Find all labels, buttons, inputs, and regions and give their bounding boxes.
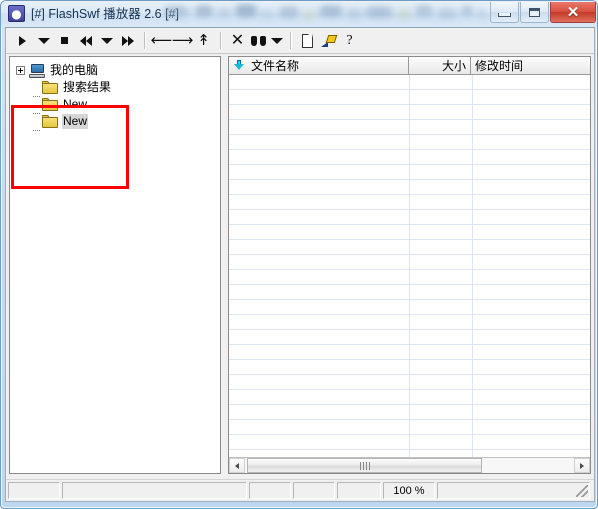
status-panel-0 bbox=[8, 482, 60, 499]
tree-node-label: 我的电脑 bbox=[50, 63, 99, 77]
status-panel-6 bbox=[437, 482, 590, 499]
status-bar: 100 % bbox=[6, 479, 594, 501]
status-panel-2 bbox=[249, 482, 291, 499]
minimize-icon bbox=[498, 12, 511, 17]
chevron-down-icon bbox=[37, 37, 50, 44]
column-header-modified[interactable]: 修改时间 bbox=[471, 57, 590, 74]
arrow-right-icon: ⟶ bbox=[171, 31, 194, 49]
toolbar: ⟵ ⟶ ↟ ✕ ? bbox=[6, 28, 594, 54]
horizontal-scrollbar[interactable] bbox=[229, 457, 590, 473]
column-header-size[interactable]: 大小 bbox=[409, 57, 471, 74]
column-grid-line bbox=[409, 75, 410, 457]
forward-button[interactable]: ⟶ bbox=[171, 30, 194, 51]
client-area: ⟵ ⟶ ↟ ✕ ? 我的电脑 搜索结果 New New 文件名称 大小 修改时间… bbox=[5, 27, 595, 502]
delete-button[interactable]: ✕ bbox=[227, 30, 248, 51]
window-controls: ✕ bbox=[489, 2, 596, 23]
grip-icon bbox=[359, 461, 370, 470]
folder-icon bbox=[42, 81, 58, 94]
maximize-button[interactable] bbox=[520, 2, 549, 23]
pen-icon bbox=[321, 34, 338, 48]
column-header-label: 大小 bbox=[441, 59, 466, 73]
search-dropdown[interactable] bbox=[269, 30, 284, 51]
file-list-header: 文件名称 大小 修改时间 bbox=[229, 57, 590, 75]
title-bar[interactable]: ● [#] FlashSwf 播放器 2.6 [#] ✕ bbox=[1, 1, 597, 27]
stop-icon bbox=[61, 37, 68, 44]
scrollbar-track[interactable] bbox=[245, 458, 574, 473]
tree-node-new-1[interactable]: New bbox=[16, 96, 216, 114]
status-panel-4 bbox=[337, 482, 381, 499]
main-split: 我的电脑 搜索结果 New New 文件名称 大小 修改时间 bbox=[6, 54, 594, 476]
arrow-right-icon bbox=[580, 462, 584, 469]
arrow-up-icon: ↟ bbox=[197, 31, 210, 49]
resize-grip-icon[interactable] bbox=[576, 485, 588, 497]
file-list-body[interactable] bbox=[229, 75, 590, 457]
edit-button[interactable] bbox=[318, 30, 339, 51]
fast-forward-icon bbox=[121, 35, 134, 46]
minimize-button[interactable] bbox=[490, 2, 519, 23]
close-x-icon: ✕ bbox=[230, 31, 245, 49]
close-icon: ✕ bbox=[566, 3, 580, 21]
folder-tree-pane[interactable]: 我的电脑 搜索结果 New New bbox=[9, 56, 221, 474]
arrow-left-icon: ⟵ bbox=[150, 31, 173, 49]
chevron-down-icon bbox=[100, 37, 113, 44]
stop-button[interactable] bbox=[54, 30, 75, 51]
folder-icon bbox=[42, 98, 58, 111]
tree-node-label: New bbox=[63, 97, 88, 111]
status-panel-zoom: 100 % bbox=[383, 482, 435, 499]
chevron-down-icon bbox=[270, 37, 283, 44]
rewind-icon bbox=[79, 35, 92, 46]
play-button[interactable] bbox=[12, 30, 33, 51]
up-button[interactable]: ↟ bbox=[193, 30, 214, 51]
expand-icon[interactable] bbox=[16, 66, 25, 75]
tree-node-new-2[interactable]: New bbox=[16, 113, 216, 131]
help-button[interactable]: ? bbox=[339, 30, 360, 51]
censored-title-region bbox=[159, 2, 491, 26]
scrollbar-thumb[interactable] bbox=[247, 458, 482, 473]
toolbar-separator bbox=[144, 32, 145, 49]
folder-icon bbox=[42, 115, 58, 128]
question-mark-icon: ? bbox=[346, 32, 353, 48]
binoculars-icon bbox=[251, 35, 266, 47]
column-header-label: 文件名称 bbox=[251, 59, 300, 73]
file-list-pane[interactable]: 文件名称 大小 修改时间 bbox=[228, 56, 591, 474]
arrow-left-icon bbox=[235, 462, 239, 469]
column-header-label: 修改时间 bbox=[475, 59, 524, 73]
status-panel-1 bbox=[62, 482, 247, 499]
column-header-filename[interactable]: 文件名称 bbox=[229, 57, 409, 74]
application-window: ● [#] FlashSwf 播放器 2.6 [#] ✕ ⟵ ⟶ ↟ ✕ ? 我… bbox=[0, 0, 598, 509]
sort-descending-icon bbox=[233, 59, 247, 72]
tree-node-search-results[interactable]: 搜索结果 bbox=[16, 79, 216, 97]
close-button[interactable]: ✕ bbox=[550, 2, 596, 23]
back-button[interactable]: ⟵ bbox=[150, 30, 173, 51]
toolbar-separator bbox=[220, 32, 221, 49]
document-icon bbox=[302, 33, 313, 48]
rewind-button[interactable] bbox=[75, 30, 96, 51]
scroll-right-button[interactable] bbox=[574, 458, 590, 473]
status-panel-3 bbox=[293, 482, 335, 499]
maximize-icon bbox=[529, 7, 540, 17]
tree-node-label: 搜索结果 bbox=[63, 80, 112, 94]
play-icon bbox=[19, 35, 26, 46]
play-dropdown[interactable] bbox=[33, 30, 54, 51]
folder-tree: 我的电脑 搜索结果 New New bbox=[16, 62, 216, 131]
toolbar-separator bbox=[290, 32, 291, 49]
rewind-dropdown[interactable] bbox=[96, 30, 117, 51]
window-title: [#] FlashSwf 播放器 2.6 [#] bbox=[31, 7, 179, 21]
search-button[interactable] bbox=[248, 30, 269, 51]
app-icon: ● bbox=[8, 5, 25, 22]
new-button[interactable] bbox=[297, 30, 318, 51]
tree-node-label: New bbox=[62, 114, 89, 129]
scroll-left-button[interactable] bbox=[229, 458, 245, 473]
column-grid-line bbox=[472, 75, 473, 457]
computer-icon bbox=[29, 63, 45, 78]
tree-node-my-computer[interactable]: 我的电脑 bbox=[16, 62, 216, 79]
fast-forward-button[interactable] bbox=[117, 30, 138, 51]
